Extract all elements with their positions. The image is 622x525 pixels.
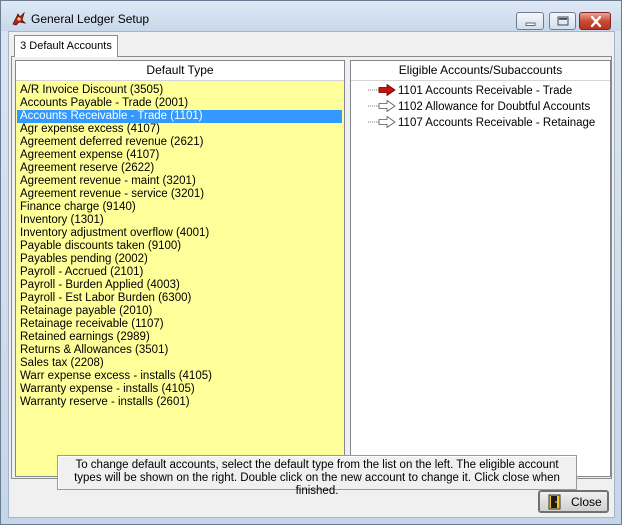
default-type-item[interactable]: Accounts Payable - Trade (2001): [17, 97, 342, 110]
default-type-item[interactable]: Inventory (1301): [17, 214, 342, 227]
default-type-item[interactable]: Warranty expense - installs (4105): [17, 383, 342, 396]
default-type-items: A/R Invoice Discount (3505) Accounts Paya…: [16, 81, 344, 409]
eligible-account-label: 1102 Allowance for Doubtful Accounts: [398, 101, 591, 113]
instructions-text: To change default accounts, select the d…: [57, 455, 577, 497]
eligible-account-item[interactable]: 1107 Accounts Receivable - Retainage: [351, 115, 610, 131]
default-type-item[interactable]: Warranty reserve - installs (2601): [17, 396, 342, 409]
title-bar[interactable]: General Ledger Setup: [1, 1, 621, 31]
tab-page: Default Type A/R Invoice Discount (3505)…: [11, 56, 612, 497]
maximize-button[interactable]: [549, 12, 576, 30]
default-type-item[interactable]: Sales tax (2208): [17, 357, 342, 370]
window-title: General Ledger Setup: [31, 12, 150, 26]
default-type-item[interactable]: Retainage payable (2010): [17, 305, 342, 318]
outline-arrow-icon: [368, 116, 396, 128]
eligible-account-item[interactable]: 1101 Accounts Receivable - Trade: [351, 83, 610, 99]
minimize-icon: [525, 22, 536, 26]
default-type-list[interactable]: Default Type A/R Invoice Discount (3505)…: [15, 60, 345, 477]
red-arrow-icon: [368, 84, 396, 96]
default-type-item[interactable]: Accounts Receivable - Trade (1101): [17, 110, 342, 123]
close-button[interactable]: Close: [538, 490, 609, 513]
default-type-item[interactable]: A/R Invoice Discount (3505): [17, 84, 342, 97]
eligible-account-item[interactable]: 1102 Allowance for Doubtful Accounts: [351, 99, 610, 115]
default-type-item[interactable]: Payroll - Burden Applied (4003): [17, 279, 342, 292]
default-type-item[interactable]: Payable discounts taken (9100): [17, 240, 342, 253]
door-exit-icon: [548, 494, 561, 510]
default-type-item[interactable]: Payroll - Accrued (2101): [17, 266, 342, 279]
gl-setup-icon: [11, 11, 27, 27]
default-type-item[interactable]: Agreement revenue - service (3201): [17, 188, 342, 201]
default-type-header: Default Type: [16, 61, 344, 81]
default-type-item[interactable]: Payables pending (2002): [17, 253, 342, 266]
default-type-item[interactable]: Returns & Allowances (3501): [17, 344, 342, 357]
default-type-item[interactable]: Agreement expense (4107): [17, 149, 342, 162]
eligible-account-label: 1107 Accounts Receivable - Retainage: [398, 117, 596, 129]
close-window-button[interactable]: [579, 12, 611, 30]
minimize-button[interactable]: [516, 12, 544, 30]
default-type-item[interactable]: Agr expense excess (4107): [17, 123, 342, 136]
eligible-accounts-items: 1101 Accounts Receivable - Trade 1102 All…: [351, 81, 610, 131]
tab-default-accounts[interactable]: 3 Default Accounts: [14, 35, 118, 57]
outline-arrow-icon: [368, 100, 396, 112]
default-type-item[interactable]: Agreement reserve (2622): [17, 162, 342, 175]
default-type-item[interactable]: Agreement revenue - maint (3201): [17, 175, 342, 188]
default-type-item[interactable]: Agreement deferred revenue (2621): [17, 136, 342, 149]
tab-label: 3 Default Accounts: [20, 40, 112, 52]
client-area: 3 Default Accounts Default Type A/R Invo…: [8, 31, 615, 518]
default-type-item[interactable]: Finance charge (9140): [17, 201, 342, 214]
eligible-account-label: 1101 Accounts Receivable - Trade: [398, 85, 573, 97]
close-icon: [590, 15, 602, 28]
general-ledger-setup-window: General Ledger Setup 3 Default Accounts …: [0, 0, 622, 525]
default-type-item[interactable]: Warr expense excess - installs (4105): [17, 370, 342, 383]
default-type-item[interactable]: Payroll - Est Labor Burden (6300): [17, 292, 342, 305]
eligible-accounts-header: Eligible Accounts/Subaccounts: [351, 61, 610, 81]
default-type-item[interactable]: Retained earnings (2989): [17, 331, 342, 344]
default-type-item[interactable]: Inventory adjustment overflow (4001): [17, 227, 342, 240]
default-type-item[interactable]: Retainage receivable (1107): [17, 318, 342, 331]
maximize-icon: [557, 16, 569, 26]
close-button-label: Close: [571, 495, 602, 509]
eligible-accounts-list[interactable]: Eligible Accounts/Subaccounts 1101 Accou…: [350, 60, 611, 477]
